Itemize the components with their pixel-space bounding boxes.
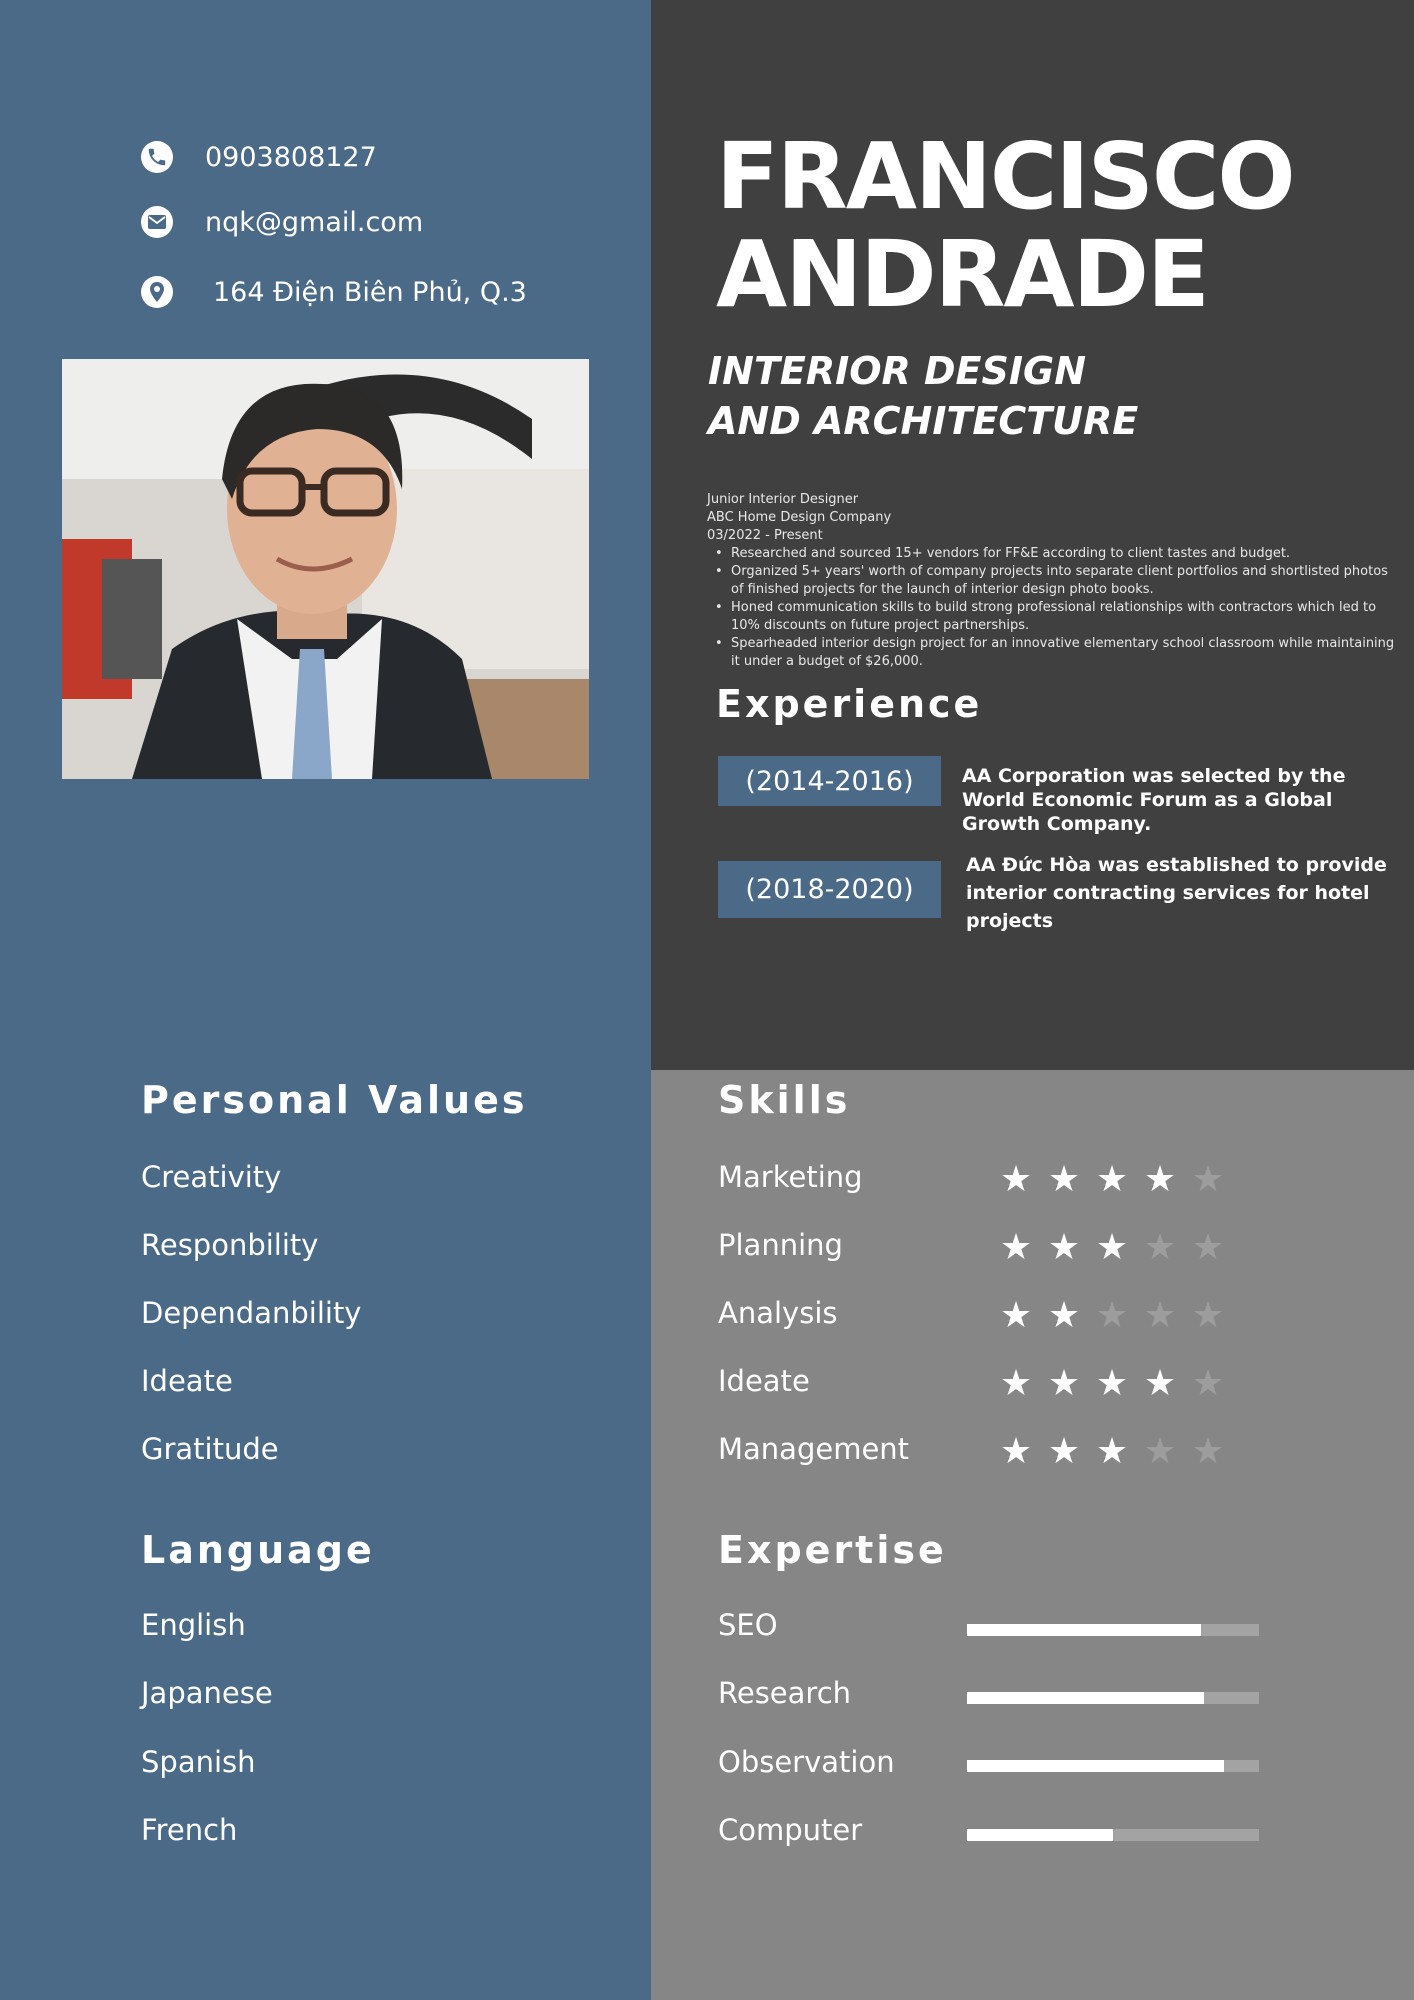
experience-description: AA Corporation was selected by the World… [962,765,1346,835]
star-icon: ★ [1191,1159,1225,1200]
star-icon: ★ [1095,1431,1129,1472]
star-icon: ★ [1191,1227,1225,1268]
expertise-bar-fill [967,1829,1113,1841]
email-icon [141,206,173,238]
expertise-bar-fill [967,1624,1201,1636]
expertise-bar [967,1760,1259,1772]
star-icon: ★ [1191,1295,1225,1336]
job-title: INTERIOR DESIGN AND ARCHITECTURE [708,346,1138,446]
personal-values-heading: Personal Values [141,1078,528,1122]
expertise-heading: Expertise [718,1528,947,1572]
title-line-1: INTERIOR DESIGN [708,349,1087,393]
star-icon: ★ [1191,1363,1225,1404]
star-icon: ★ [1191,1431,1225,1472]
star-icon: ★ [1143,1159,1177,1200]
expertise-bar [967,1692,1259,1704]
star-icon: ★ [1143,1295,1177,1336]
language-item: French [141,1813,238,1847]
skill-rating: ★ ★ ★ ★ ★ [998,1366,1226,1402]
star-icon: ★ [999,1227,1033,1268]
value-item: Creativity [141,1160,282,1194]
name-first: FRANCISCO [716,123,1296,230]
star-icon: ★ [999,1363,1033,1404]
skills-heading: Skills [718,1078,851,1122]
skill-rating: ★ ★ ★ ★ ★ [998,1162,1226,1198]
experience-description: AA Đức Hòa was established to provide in… [966,854,1387,932]
expertise-name: SEO [718,1608,778,1642]
skill-name: Marketing [718,1160,863,1194]
value-item: Gratitude [141,1432,279,1466]
star-icon: ★ [1143,1431,1177,1472]
contact-phone: 0903808127 [141,141,377,173]
star-icon: ★ [1095,1363,1129,1404]
value-item: Ideate [141,1364,233,1398]
skill-name: Analysis [718,1296,838,1330]
skill-rating: ★ ★ ★ ★ ★ [998,1434,1226,1470]
expertise-bar-fill [967,1760,1224,1772]
expertise-name: Observation [718,1745,895,1779]
job-bullet: Honed communication skills to build stro… [707,599,1397,635]
email-address[interactable]: nqk@gmail.com [205,207,423,238]
language-item: English [141,1608,246,1642]
experience-years: (2018-2020) [718,861,941,918]
skill-name: Planning [718,1228,843,1262]
contact-address: 164 Điện Biên Phủ, Q.3 [141,276,527,308]
experience-years: (2014-2016) [718,756,941,806]
star-icon: ★ [1143,1363,1177,1404]
expertise-name: Computer [718,1813,863,1847]
phone-number[interactable]: 0903808127 [205,142,377,173]
contact-email: nqk@gmail.com [141,206,423,238]
skill-rating: ★ ★ ★ ★ ★ [998,1298,1226,1334]
star-icon: ★ [1047,1295,1081,1336]
skill-name: Ideate [718,1364,810,1398]
title-line-2: AND ARCHITECTURE [708,399,1139,443]
name-last: ANDRADE [716,221,1210,328]
value-item: Responbility [141,1228,319,1262]
star-icon: ★ [999,1431,1033,1472]
profile-photo [62,359,589,779]
language-item: Japanese [141,1676,273,1710]
star-icon: ★ [1095,1227,1129,1268]
star-icon: ★ [999,1295,1033,1336]
expertise-bar [967,1829,1259,1841]
job-bullet: Researched and sourced 15+ vendors for F… [707,545,1397,563]
star-icon: ★ [1047,1431,1081,1472]
language-item: Spanish [141,1745,256,1779]
full-name: FRANCISCO ANDRADE [716,123,1296,328]
expertise-name: Research [718,1676,852,1710]
phone-icon [141,141,173,173]
star-icon: ★ [1047,1363,1081,1404]
value-item: Dependanbility [141,1296,362,1330]
star-icon: ★ [1095,1159,1129,1200]
star-icon: ★ [1047,1227,1081,1268]
experience-heading: Experience [716,682,983,726]
job-position: Junior Interior Designer [707,492,859,507]
skill-name: Management [718,1432,910,1466]
star-icon: ★ [1047,1159,1081,1200]
job-bullet: Spearheaded interior design project for … [707,635,1397,671]
location-icon [141,276,173,308]
current-job: Junior Interior Designer ABC Home Design… [707,491,1397,671]
job-bullet: Organized 5+ years' worth of company pro… [707,563,1397,599]
star-icon: ★ [999,1159,1033,1200]
expertise-bar [967,1624,1259,1636]
address-text: 164 Điện Biên Phủ, Q.3 [213,276,527,308]
star-icon: ★ [1143,1227,1177,1268]
job-company: ABC Home Design Company [707,510,892,525]
expertise-bar-fill [967,1692,1204,1704]
skill-rating: ★ ★ ★ ★ ★ [998,1230,1226,1266]
star-icon: ★ [1095,1295,1129,1336]
job-period: 03/2022 - Present [707,528,823,543]
language-heading: Language [141,1528,375,1572]
job-bullets: Researched and sourced 15+ vendors for F… [707,545,1397,671]
